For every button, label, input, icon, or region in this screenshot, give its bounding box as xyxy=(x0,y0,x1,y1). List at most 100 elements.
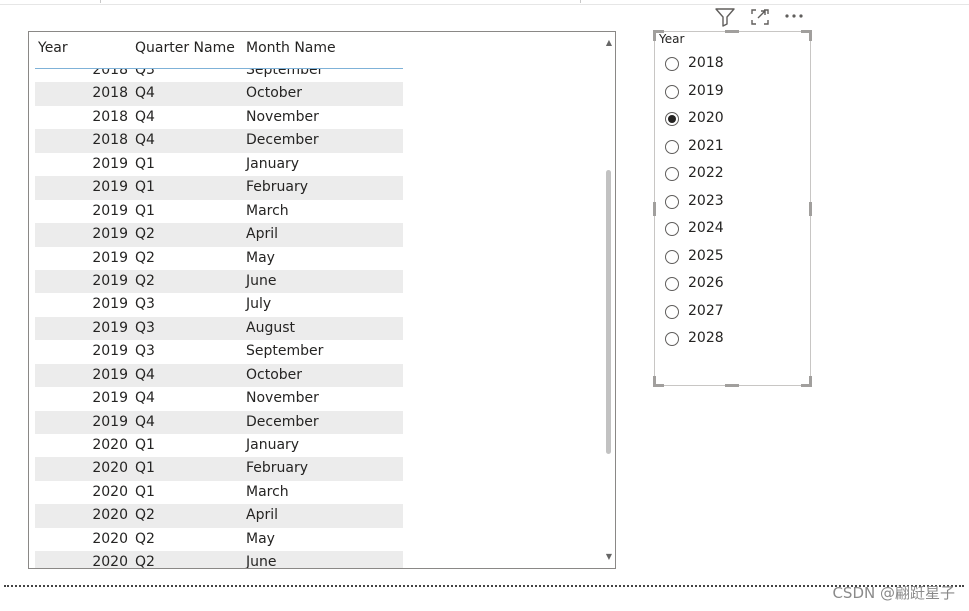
cell-quarter: Q2 xyxy=(135,272,155,289)
radio-button[interactable] xyxy=(665,57,679,71)
cell-year: 2020 xyxy=(92,460,128,477)
scrollbar-thumb[interactable] xyxy=(606,170,611,454)
cell-month: November xyxy=(246,108,319,125)
table-header: Year Quarter Name Month Name xyxy=(35,32,403,69)
radio-button[interactable] xyxy=(665,139,679,154)
slicer-item-label: 2020 xyxy=(688,110,724,126)
more-options-icon[interactable] xyxy=(782,6,806,28)
slicer-item-2020[interactable]: 2020 xyxy=(665,109,805,137)
table-row[interactable]: 2019 Q1 January xyxy=(35,153,403,176)
cell-quarter: Q2 xyxy=(135,226,155,243)
radio-button[interactable] xyxy=(665,222,679,236)
table-row[interactable]: 2018 Q4 December xyxy=(35,129,403,153)
cell-quarter: Q2 xyxy=(135,249,155,266)
cell-month: December xyxy=(246,132,319,149)
resize-handle-left[interactable] xyxy=(653,202,656,216)
slicer-item-2022[interactable]: 2022 xyxy=(665,164,805,192)
table-row[interactable]: 2020 Q2 June xyxy=(35,551,403,569)
radio-button[interactable] xyxy=(665,332,679,346)
cell-year: 2020 xyxy=(92,554,128,569)
radio-button[interactable] xyxy=(665,277,679,291)
slicer-item-label: 2023 xyxy=(688,192,724,209)
table-visual[interactable]: 2018 Q3 September 2018 Q4 October 2018 Q4 Novemb… xyxy=(28,31,616,569)
table-row[interactable]: 2019 Q2 June xyxy=(35,269,403,294)
slicer-item-2025[interactable]: 2025 xyxy=(665,247,805,275)
cell-month: October xyxy=(246,85,303,102)
top-strip xyxy=(0,0,969,5)
cell-quarter: Q2 xyxy=(135,530,155,547)
resize-handle-top-right[interactable] xyxy=(801,30,812,41)
slicer-item-2018[interactable]: 2018 xyxy=(665,54,805,82)
cell-month: June xyxy=(246,554,277,569)
cell-month: January xyxy=(246,437,300,453)
radio-button[interactable] xyxy=(665,304,679,319)
cell-month: October xyxy=(246,366,303,383)
resize-handle-bottom[interactable] xyxy=(725,384,739,387)
radio-button[interactable] xyxy=(665,249,679,264)
table-row[interactable]: 2019 Q2 April xyxy=(35,223,403,247)
slicer-item-2024[interactable]: 2024 xyxy=(665,219,805,247)
table-row[interactable]: 2019 Q4 October xyxy=(35,363,403,388)
column-header-month[interactable]: Month Name xyxy=(246,40,336,56)
cell-quarter: Q1 xyxy=(135,179,155,196)
top-strip-tick xyxy=(580,0,581,3)
table-row[interactable]: 2019 Q1 February xyxy=(35,176,403,200)
cell-quarter: Q3 xyxy=(135,296,155,313)
slicer-item-2023[interactable]: 2023 xyxy=(665,192,805,220)
table-row[interactable]: 2020 Q2 May xyxy=(35,528,403,551)
slicer-item-2019[interactable]: 2019 xyxy=(665,82,805,110)
top-strip-tick xyxy=(100,0,101,3)
radio-button[interactable] xyxy=(665,84,679,99)
cell-month: July xyxy=(246,296,272,313)
year-slicer[interactable]: Year 2018 2019 2020 2021 2022 2023 2024 2025 202… xyxy=(653,30,812,387)
column-header-year[interactable]: Year xyxy=(38,40,68,56)
cell-quarter: Q1 xyxy=(135,155,155,172)
scroll-up-icon[interactable]: ▲ xyxy=(605,38,613,48)
cell-year: 2019 xyxy=(92,226,128,243)
radio-button[interactable] xyxy=(665,112,679,126)
table-row[interactable]: 2018 Q4 November xyxy=(35,106,403,129)
table-row[interactable]: 2019 Q3 August xyxy=(35,316,403,341)
cell-quarter: Q4 xyxy=(135,85,155,102)
table-row[interactable]: 2020 Q1 February xyxy=(35,457,403,481)
slicer-item-label: 2028 xyxy=(688,330,724,346)
table-row[interactable]: 2020 Q1 March xyxy=(35,481,403,504)
cell-month: May xyxy=(246,530,275,547)
filter-icon[interactable] xyxy=(713,6,737,28)
table-row[interactable]: 2018 Q4 October xyxy=(35,82,403,106)
table-row[interactable]: 2019 Q1 March xyxy=(35,200,403,223)
watermark: CSDN @翩跹星子 xyxy=(832,584,955,602)
vertical-scrollbar[interactable]: ▲ ▼ xyxy=(605,36,613,562)
slicer-item-label: 2021 xyxy=(688,137,724,154)
cell-quarter: Q1 xyxy=(135,202,155,219)
focus-mode-icon[interactable] xyxy=(748,6,772,28)
cell-year: 2019 xyxy=(92,179,128,196)
table-row[interactable]: 2019 Q4 December xyxy=(35,410,403,434)
cell-month: June xyxy=(246,272,277,289)
table-row[interactable]: 2019 Q3 July xyxy=(35,293,403,316)
table-row[interactable]: 2020 Q1 January xyxy=(35,434,403,457)
table-row[interactable]: 2019 Q4 November xyxy=(35,387,403,410)
resize-handle-bottom-right[interactable] xyxy=(801,376,812,387)
slicer-item-2028[interactable]: 2028 xyxy=(665,329,805,357)
radio-button[interactable] xyxy=(665,167,679,181)
cell-year: 2019 xyxy=(92,249,128,266)
slicer-item-2026[interactable]: 2026 xyxy=(665,274,805,302)
slicer-item-2021[interactable]: 2021 xyxy=(665,137,805,165)
table-row[interactable]: 2019 Q3 September xyxy=(35,340,403,363)
table-row[interactable]: 2020 Q2 April xyxy=(35,504,403,528)
scroll-down-icon[interactable]: ▼ xyxy=(605,552,613,562)
column-header-quarter[interactable]: Quarter Name xyxy=(135,40,235,56)
cell-month: April xyxy=(246,507,278,524)
radio-button[interactable] xyxy=(665,194,679,209)
resize-handle-top[interactable] xyxy=(725,30,739,33)
resize-handle-bottom-left[interactable] xyxy=(653,376,664,387)
cell-quarter: Q4 xyxy=(135,390,155,407)
resize-handle-top-left[interactable] xyxy=(653,30,664,41)
cell-quarter: Q1 xyxy=(135,460,155,477)
cell-quarter: Q4 xyxy=(135,413,155,430)
cell-quarter: Q2 xyxy=(135,554,155,569)
resize-handle-right[interactable] xyxy=(809,202,812,216)
table-row[interactable]: 2019 Q2 May xyxy=(35,247,403,270)
slicer-item-2027[interactable]: 2027 xyxy=(665,302,805,330)
